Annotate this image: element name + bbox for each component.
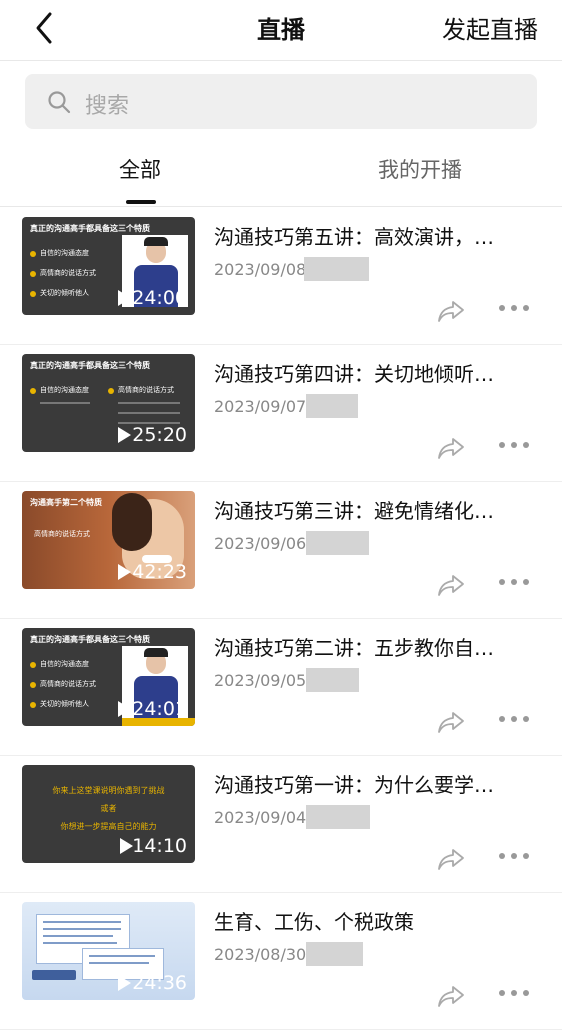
redacted-author [306, 942, 363, 966]
video-duration: 24:36 [132, 972, 187, 994]
video-duration: 24:01 [132, 698, 187, 720]
thumbnail-heading: 你来上这堂课说明你遇到了挑战 [52, 786, 165, 795]
video-title[interactable]: 沟通技巧第一讲：为什么要学… [214, 769, 544, 798]
video-date: 2023/09/05 [214, 671, 307, 690]
video-duration: 14:10 [132, 835, 187, 857]
share-icon[interactable] [437, 573, 465, 597]
play-icon [118, 290, 131, 306]
video-thumbnail[interactable]: 真正的沟通高手都具备这三个特质 自信的沟通态度 高情商的说话方式 关切的倾听他人… [22, 628, 195, 726]
thumbnail-heading: 真正的沟通高手都具备这三个特质 [30, 361, 150, 370]
video-date: 2023/08/30 [214, 945, 307, 964]
thumbnail-line: 自信的沟通态度 [40, 386, 89, 394]
redacted-author [304, 257, 369, 281]
play-icon [118, 564, 131, 580]
video-duration: 42:23 [132, 561, 187, 583]
play-icon [120, 838, 133, 854]
video-date: 2023/09/08 [214, 260, 307, 279]
list-item[interactable]: 你来上这堂课说明你遇到了挑战 或者 你想进一步提高自己的能力 14:10 沟通技… [0, 755, 562, 893]
more-icon[interactable] [498, 714, 530, 724]
video-duration: 25:20 [132, 424, 187, 446]
thumbnail-line: 你想进一步提高自己的能力 [60, 822, 157, 831]
thumbnail-heading: 真正的沟通高手都具备这三个特质 [30, 224, 150, 233]
list-item[interactable]: 24:36 生育、工伤、个税政策 2023/08/30 [0, 892, 562, 1030]
video-thumbnail[interactable]: 沟通高手第二个特质 高情商的说话方式 42:23 [22, 491, 195, 589]
search-box[interactable]: 搜索 [25, 74, 537, 129]
search-icon [48, 91, 71, 114]
list-item[interactable]: 沟通高手第二个特质 高情商的说话方式 42:23 沟通技巧第三讲：避免情绪化… … [0, 481, 562, 619]
video-thumbnail[interactable]: 24:36 [22, 902, 195, 1000]
video-date: 2023/09/04 [214, 808, 307, 827]
more-icon[interactable] [498, 851, 530, 861]
thumbnail-line: 自信的沟通态度 [40, 249, 89, 257]
thumbnail-line: 或者 [100, 804, 117, 813]
tab-my-broadcasts[interactable]: 我的开播 [378, 154, 462, 184]
back-button[interactable] [26, 10, 62, 46]
video-duration: 24:00 [132, 287, 187, 309]
play-icon [118, 427, 131, 443]
redacted-author [306, 668, 359, 692]
thumbnail-line: 高情商的说话方式 [34, 530, 90, 538]
share-icon[interactable] [437, 436, 465, 460]
thumbnail-line: 高情商的说话方式 [40, 680, 96, 688]
redacted-author [306, 394, 358, 418]
share-icon[interactable] [437, 847, 465, 871]
thumbnail-line: 高情商的说话方式 [118, 386, 174, 394]
tab-all[interactable]: 全部 [119, 154, 161, 184]
video-title[interactable]: 沟通技巧第二讲：五步教你自… [214, 632, 544, 661]
thumbnail-line: 关切的倾听他人 [40, 700, 89, 708]
tab-bar: 全部 我的开播 [0, 140, 562, 207]
more-icon[interactable] [498, 988, 530, 998]
chevron-left-icon [36, 12, 52, 44]
video-title[interactable]: 沟通技巧第四讲：关切地倾听… [214, 358, 544, 387]
thumbnail-line: 高情商的说话方式 [40, 269, 96, 277]
active-tab-indicator [126, 200, 156, 204]
share-icon[interactable] [437, 984, 465, 1008]
share-icon[interactable] [437, 299, 465, 323]
more-icon[interactable] [498, 440, 530, 450]
top-bar: 直播 发起直播 [0, 0, 562, 61]
redacted-author [306, 531, 369, 555]
more-icon[interactable] [498, 303, 530, 313]
list-item[interactable]: 真正的沟通高手都具备这三个特质 自信的沟通态度 高情商的说话方式 关切的倾听他人… [0, 618, 562, 756]
thumbnail-line: 关切的倾听他人 [40, 289, 89, 297]
video-thumbnail[interactable]: 真正的沟通高手都具备这三个特质 自信的沟通态度 高情商的说话方式 关切的倾听他人… [22, 217, 195, 315]
start-live-button[interactable]: 发起直播 [442, 10, 538, 45]
video-title[interactable]: 生育、工伤、个税政策 [214, 906, 544, 935]
list-item[interactable]: 真正的沟通高手都具备这三个特质 自信的沟通态度 高情商的说话方式 关切的倾听他人… [0, 207, 562, 345]
video-title[interactable]: 沟通技巧第五讲：高效演讲，… [214, 221, 544, 250]
video-thumbnail[interactable]: 真正的沟通高手都具备这三个特质 自信的沟通态度 高情商的说话方式 25:20 [22, 354, 195, 452]
play-icon [118, 975, 131, 991]
video-date: 2023/09/06 [214, 534, 307, 553]
thumbnail-heading: 真正的沟通高手都具备这三个特质 [30, 635, 150, 644]
list-item[interactable]: 真正的沟通高手都具备这三个特质 自信的沟通态度 高情商的说话方式 25:20 沟… [0, 344, 562, 482]
play-icon [118, 701, 131, 717]
video-title[interactable]: 沟通技巧第三讲：避免情绪化… [214, 495, 544, 524]
video-thumbnail[interactable]: 你来上这堂课说明你遇到了挑战 或者 你想进一步提高自己的能力 14:10 [22, 765, 195, 863]
thumbnail-line: 自信的沟通态度 [40, 660, 89, 668]
share-icon[interactable] [437, 710, 465, 734]
video-date: 2023/09/07 [214, 397, 307, 416]
gavel-graphic [32, 970, 76, 980]
search-placeholder: 搜索 [85, 94, 130, 119]
redacted-author [306, 805, 370, 829]
more-icon[interactable] [498, 577, 530, 587]
